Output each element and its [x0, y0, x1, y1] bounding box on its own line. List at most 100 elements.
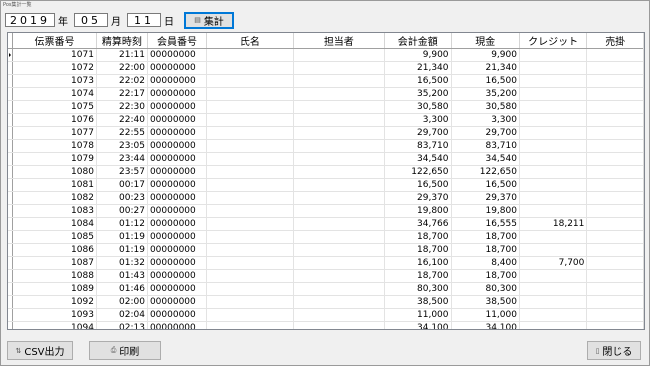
cell-name[interactable]	[206, 165, 294, 179]
cell-name[interactable]	[206, 230, 294, 244]
cell-cash[interactable]: 19,800	[451, 204, 520, 218]
cell-member-number[interactable]: 00000000	[147, 139, 208, 153]
cell-slip-number[interactable]: 1087	[12, 256, 97, 270]
table-row[interactable]: 1073 22:02 00000000 16,500 16,500	[8, 74, 644, 88]
cell-slip-number[interactable]: 1075	[12, 100, 97, 114]
cell-receivable[interactable]	[586, 295, 644, 309]
cell-slip-number[interactable]: 1074	[12, 87, 97, 101]
cell-receivable[interactable]	[586, 178, 644, 192]
cell-member-number[interactable]: 00000000	[147, 126, 208, 140]
cell-staff[interactable]	[293, 191, 385, 205]
cell-staff[interactable]	[293, 230, 385, 244]
cell-member-number[interactable]: 00000000	[147, 178, 208, 192]
table-row[interactable]: 1072 22:00 00000000 21,340 21,340	[8, 61, 644, 75]
cell-settle-time[interactable]: 01:19	[96, 230, 148, 244]
cell-staff[interactable]	[293, 256, 385, 270]
cell-staff[interactable]	[293, 178, 385, 192]
table-row[interactable]: 1071 21:11 00000000 9,900 9,900	[8, 48, 644, 62]
cell-credit[interactable]	[519, 113, 588, 127]
cell-name[interactable]	[206, 61, 294, 75]
cell-member-number[interactable]: 00000000	[147, 113, 208, 127]
cell-credit[interactable]: 7,700	[519, 256, 588, 270]
cell-cash[interactable]: 16,500	[451, 74, 520, 88]
cell-total[interactable]: 83,710	[384, 139, 452, 153]
year-field[interactable]: 2019	[5, 13, 55, 27]
cell-name[interactable]	[206, 113, 294, 127]
cell-member-number[interactable]: 00000000	[147, 321, 208, 329]
cell-member-number[interactable]: 00000000	[147, 87, 208, 101]
cell-name[interactable]	[206, 217, 294, 231]
cell-name[interactable]	[206, 152, 294, 166]
cell-total[interactable]: 18,700	[384, 269, 452, 283]
table-row[interactable]: 1093 02:04 00000000 11,000 11,000	[8, 308, 644, 322]
cell-credit[interactable]	[519, 321, 588, 329]
column-header-settle-time[interactable]: 精算時刻	[96, 33, 148, 49]
cell-slip-number[interactable]: 1079	[12, 152, 97, 166]
cell-settle-time[interactable]: 23:57	[96, 165, 148, 179]
cell-receivable[interactable]	[586, 321, 644, 329]
cell-name[interactable]	[206, 269, 294, 283]
cell-total[interactable]: 9,900	[384, 48, 452, 62]
cell-credit[interactable]	[519, 126, 588, 140]
cell-credit[interactable]	[519, 269, 588, 283]
cell-slip-number[interactable]: 1084	[12, 217, 97, 231]
cell-credit[interactable]	[519, 191, 588, 205]
cell-name[interactable]	[206, 139, 294, 153]
column-header-staff[interactable]: 担当者	[293, 33, 385, 49]
cell-total[interactable]: 122,650	[384, 165, 452, 179]
cell-slip-number[interactable]: 1082	[12, 191, 97, 205]
table-row[interactable]: 1084 01:12 00000000 34,766 16,555 18,211	[8, 217, 644, 231]
cell-settle-time[interactable]: 00:23	[96, 191, 148, 205]
cell-member-number[interactable]: 00000000	[147, 217, 208, 231]
cell-staff[interactable]	[293, 74, 385, 88]
cell-staff[interactable]	[293, 204, 385, 218]
cell-staff[interactable]	[293, 321, 385, 329]
cell-receivable[interactable]	[586, 87, 644, 101]
cell-receivable[interactable]	[586, 152, 644, 166]
cell-settle-time[interactable]: 02:04	[96, 308, 148, 322]
cell-settle-time[interactable]: 21:11	[96, 48, 148, 62]
column-header-name[interactable]: 氏名	[206, 33, 294, 49]
column-header-slip-number[interactable]: 伝票番号	[12, 33, 97, 49]
cell-total[interactable]: 18,700	[384, 243, 452, 257]
cell-credit[interactable]	[519, 308, 588, 322]
cell-staff[interactable]	[293, 87, 385, 101]
cell-slip-number[interactable]: 1088	[12, 269, 97, 283]
cell-cash[interactable]: 18,700	[451, 243, 520, 257]
cell-member-number[interactable]: 00000000	[147, 282, 208, 296]
cell-cash[interactable]: 11,000	[451, 308, 520, 322]
table-row[interactable]: 1076 22:40 00000000 3,300 3,300	[8, 113, 644, 127]
cell-total[interactable]: 3,300	[384, 113, 452, 127]
cell-total[interactable]: 34,100	[384, 321, 452, 329]
cell-settle-time[interactable]: 22:30	[96, 100, 148, 114]
cell-credit[interactable]	[519, 152, 588, 166]
cell-receivable[interactable]	[586, 61, 644, 75]
column-header-member-number[interactable]: 会員番号	[147, 33, 208, 49]
close-button[interactable]: ▯ 閉じる	[587, 341, 641, 360]
month-field[interactable]: 05	[74, 13, 108, 27]
cell-slip-number[interactable]: 1094	[12, 321, 97, 329]
cell-slip-number[interactable]: 1085	[12, 230, 97, 244]
cell-member-number[interactable]: 00000000	[147, 308, 208, 322]
cell-slip-number[interactable]: 1081	[12, 178, 97, 192]
cell-receivable[interactable]	[586, 74, 644, 88]
cell-slip-number[interactable]: 1092	[12, 295, 97, 309]
table-row[interactable]: 1082 00:23 00000000 29,370 29,370	[8, 191, 644, 205]
cell-staff[interactable]	[293, 165, 385, 179]
cell-staff[interactable]	[293, 48, 385, 62]
cell-staff[interactable]	[293, 269, 385, 283]
cell-staff[interactable]	[293, 61, 385, 75]
cell-member-number[interactable]: 00000000	[147, 295, 208, 309]
cell-member-number[interactable]: 00000000	[147, 191, 208, 205]
cell-cash[interactable]: 35,200	[451, 87, 520, 101]
cell-cash[interactable]: 38,500	[451, 295, 520, 309]
cell-total[interactable]: 16,100	[384, 256, 452, 270]
cell-receivable[interactable]	[586, 230, 644, 244]
column-header-total[interactable]: 会計金額	[384, 33, 452, 49]
cell-total[interactable]: 34,540	[384, 152, 452, 166]
cell-name[interactable]	[206, 204, 294, 218]
cell-credit[interactable]	[519, 178, 588, 192]
cell-total[interactable]: 38,500	[384, 295, 452, 309]
cell-staff[interactable]	[293, 100, 385, 114]
cell-receivable[interactable]	[586, 113, 644, 127]
